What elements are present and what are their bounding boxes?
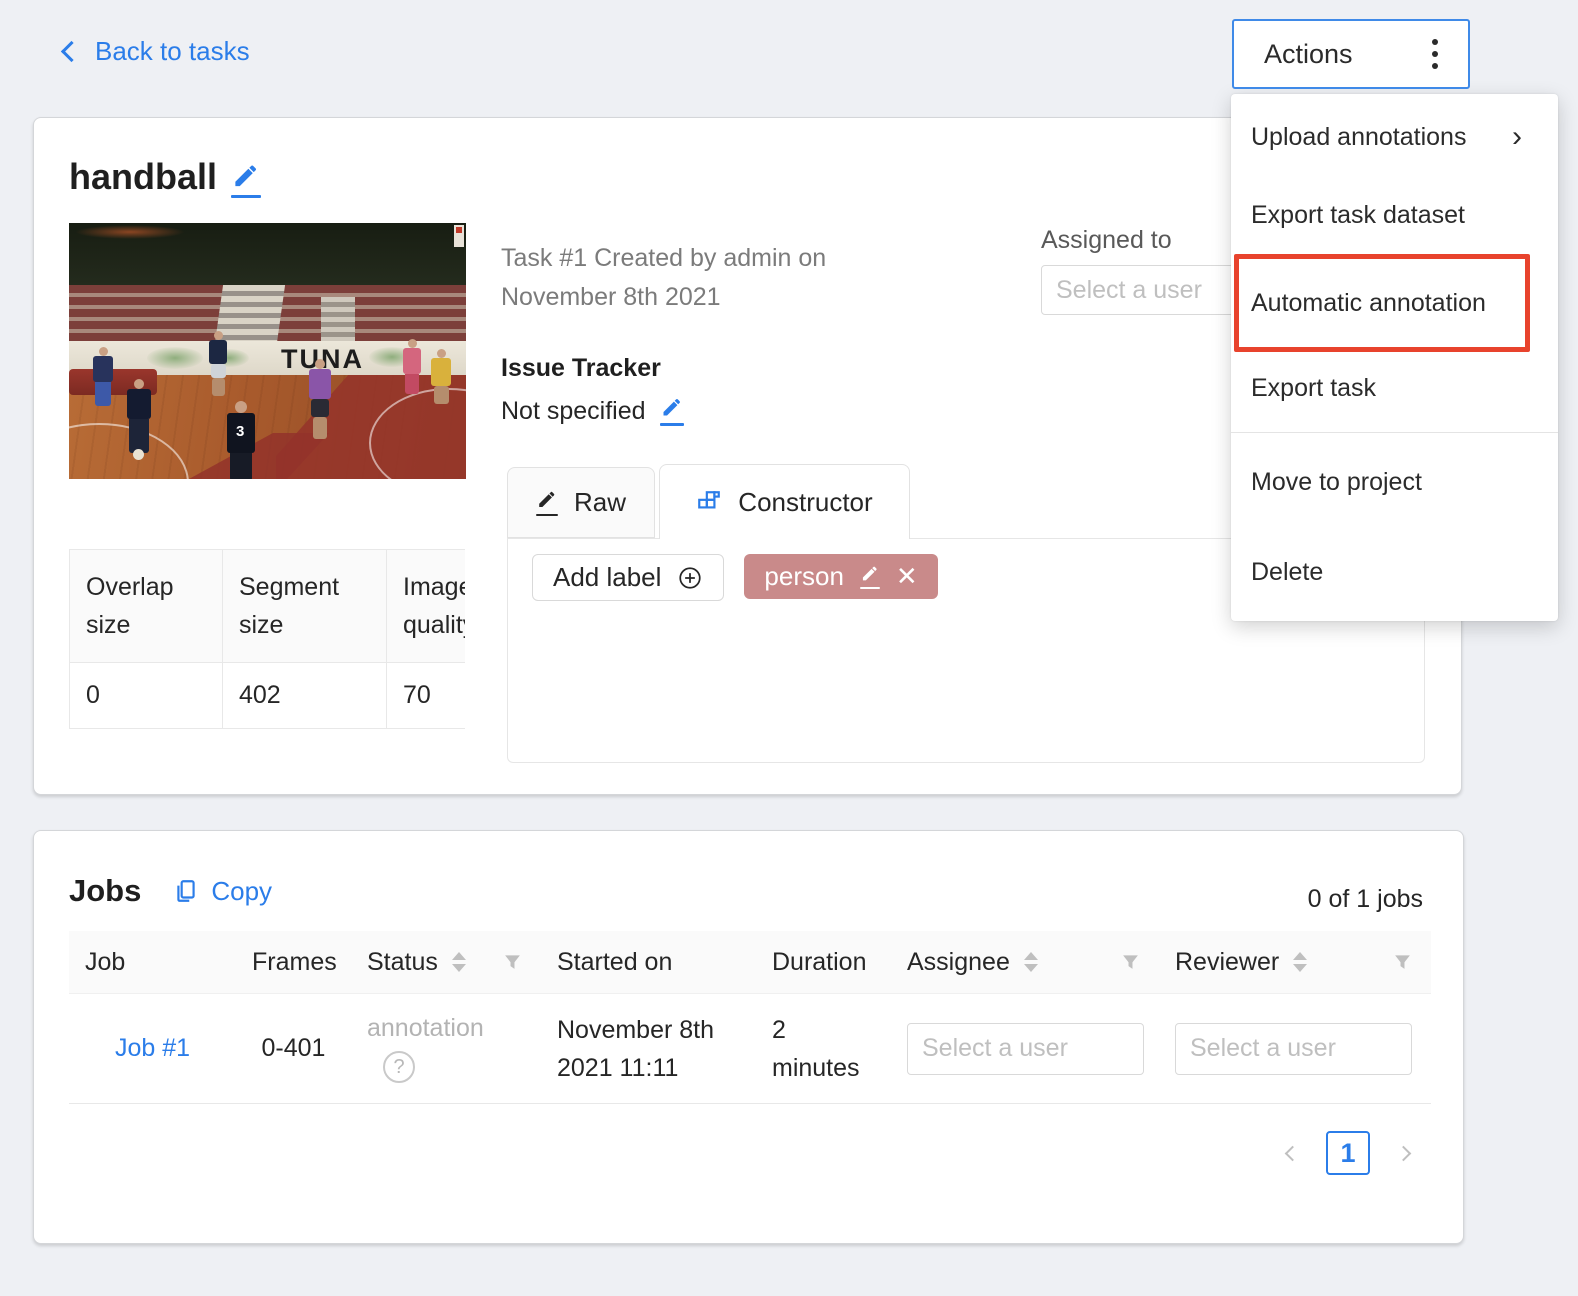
more-vertical-icon — [1432, 36, 1438, 72]
jobs-table-header: Job Frames Status Started on Duration As… — [69, 931, 1431, 994]
label-chip-text: person — [764, 561, 844, 591]
tab-raw-label: Raw — [573, 487, 626, 517]
raw-edit-icon — [535, 490, 558, 516]
reviewer-select[interactable] — [1175, 1022, 1412, 1075]
column-assignee: Assignee — [891, 948, 1159, 977]
highlight-red-box: Automatic annotation — [1234, 254, 1530, 352]
back-to-tasks-link[interactable]: Back to tasks — [60, 36, 250, 67]
sort-status-icon[interactable] — [451, 952, 466, 972]
job-duration: 2 minutes — [772, 1015, 860, 1082]
player-figure — [403, 339, 421, 394]
task-preview-image: TUNA 3 — [69, 223, 466, 479]
param-value-quality: 70 — [386, 662, 465, 729]
task-parameters-table: Overlap size Segment size Image quality … — [69, 549, 465, 729]
issue-tracker-value: Not specified — [501, 397, 646, 425]
column-duration: Duration — [772, 947, 867, 976]
column-frames: Frames — [252, 947, 337, 976]
labels-tabs: Raw Constructor — [507, 464, 910, 539]
param-value-overlap: 0 — [69, 662, 223, 729]
task-created-info: Task #1 Created by admin on November 8th… — [501, 244, 827, 311]
filter-assignee-icon[interactable] — [1122, 954, 1139, 971]
tab-raw[interactable]: Raw — [507, 467, 655, 538]
menu-item-export-task-dataset[interactable]: Export task dataset — [1231, 176, 1558, 254]
job-status: annotation — [367, 1014, 484, 1042]
task-title-text: handball — [69, 156, 218, 197]
delete-label-icon[interactable]: ✕ — [896, 561, 918, 592]
issue-tracker-block: Issue Tracker Not specified — [501, 354, 684, 426]
actions-button-label: Actions — [1264, 38, 1353, 69]
help-icon[interactable]: ? — [383, 1051, 415, 1083]
menu-item-automatic-annotation[interactable]: Automatic annotation — [1239, 259, 1525, 347]
job-frames: 0-401 — [261, 1034, 326, 1062]
player-figure — [93, 347, 113, 406]
edit-issue-tracker-icon[interactable] — [659, 397, 684, 426]
job-link[interactable]: Job #1 — [115, 1034, 190, 1062]
player-figure — [209, 331, 227, 396]
copy-label: Copy — [211, 875, 273, 906]
jobs-count: 0 of 1 jobs — [1307, 885, 1423, 913]
plus-circle-icon — [677, 565, 703, 591]
jobs-card: Jobs Copy 0 of 1 jobs Job Frames Status — [33, 830, 1464, 1244]
menu-item-move-to-project[interactable]: Move to project — [1231, 435, 1558, 529]
task-title: handball — [69, 156, 262, 198]
job-row: Job #1 0-401 annotation ? November 8th 2… — [69, 994, 1431, 1104]
menu-item-delete[interactable]: Delete — [1231, 529, 1558, 615]
jobs-pagination: 1 — [1284, 1131, 1412, 1175]
assignee-select[interactable] — [907, 1022, 1144, 1075]
label-chip-person: person ✕ — [744, 554, 938, 599]
sort-assignee-icon[interactable] — [1023, 952, 1038, 972]
filter-reviewer-icon[interactable] — [1394, 954, 1411, 971]
prev-page-icon[interactable] — [1284, 1145, 1301, 1161]
constructor-grid-icon — [696, 489, 722, 515]
issue-tracker-label: Issue Tracker — [501, 354, 661, 382]
copy-jobs-button[interactable]: Copy — [173, 876, 272, 907]
submenu-arrow-icon: › — [1512, 120, 1522, 153]
menu-divider — [1231, 432, 1558, 433]
jobs-title: Jobs — [69, 873, 142, 908]
param-header-segment: Segment size — [222, 549, 387, 663]
tab-constructor[interactable]: Constructor — [659, 464, 910, 539]
param-header-overlap: Overlap size — [69, 549, 223, 663]
column-started-on: Started on — [557, 947, 673, 976]
job-started-on: November 8th 2021 11:11 — [557, 1015, 715, 1082]
actions-button[interactable]: Actions — [1232, 19, 1470, 89]
menu-item-upload-annotations[interactable]: Upload annotations › — [1231, 98, 1558, 176]
player-figure — [127, 379, 151, 453]
player-figure — [309, 359, 331, 439]
sort-reviewer-icon[interactable] — [1293, 952, 1308, 972]
player-figure: 3 — [227, 401, 255, 479]
ball — [133, 449, 144, 460]
next-page-icon[interactable] — [1395, 1145, 1412, 1161]
column-job: Job — [85, 947, 126, 976]
copy-icon — [173, 878, 199, 904]
add-label-text: Add label — [553, 562, 662, 592]
player-figure — [431, 349, 451, 404]
param-value-segment: 402 — [222, 662, 387, 729]
edit-task-name-icon[interactable] — [231, 163, 262, 198]
actions-dropdown-menu: Upload annotations › Export task dataset… — [1231, 94, 1558, 621]
edit-label-icon[interactable] — [859, 565, 880, 589]
jersey-number: 3 — [236, 423, 245, 440]
column-reviewer: Reviewer — [1159, 948, 1431, 977]
jobs-table: Job Frames Status Started on Duration As… — [69, 931, 1431, 1104]
chevron-left-icon — [60, 40, 83, 63]
menu-item-export-task[interactable]: Export task — [1231, 352, 1558, 424]
back-to-tasks-label: Back to tasks — [95, 36, 250, 66]
add-label-button[interactable]: Add label — [532, 554, 725, 601]
page-1-button[interactable]: 1 — [1326, 1131, 1370, 1175]
param-header-quality: Image quality — [386, 549, 465, 663]
tab-constructor-label: Constructor — [738, 486, 873, 517]
column-status: Status — [351, 948, 541, 977]
filter-status-icon[interactable] — [504, 954, 521, 971]
